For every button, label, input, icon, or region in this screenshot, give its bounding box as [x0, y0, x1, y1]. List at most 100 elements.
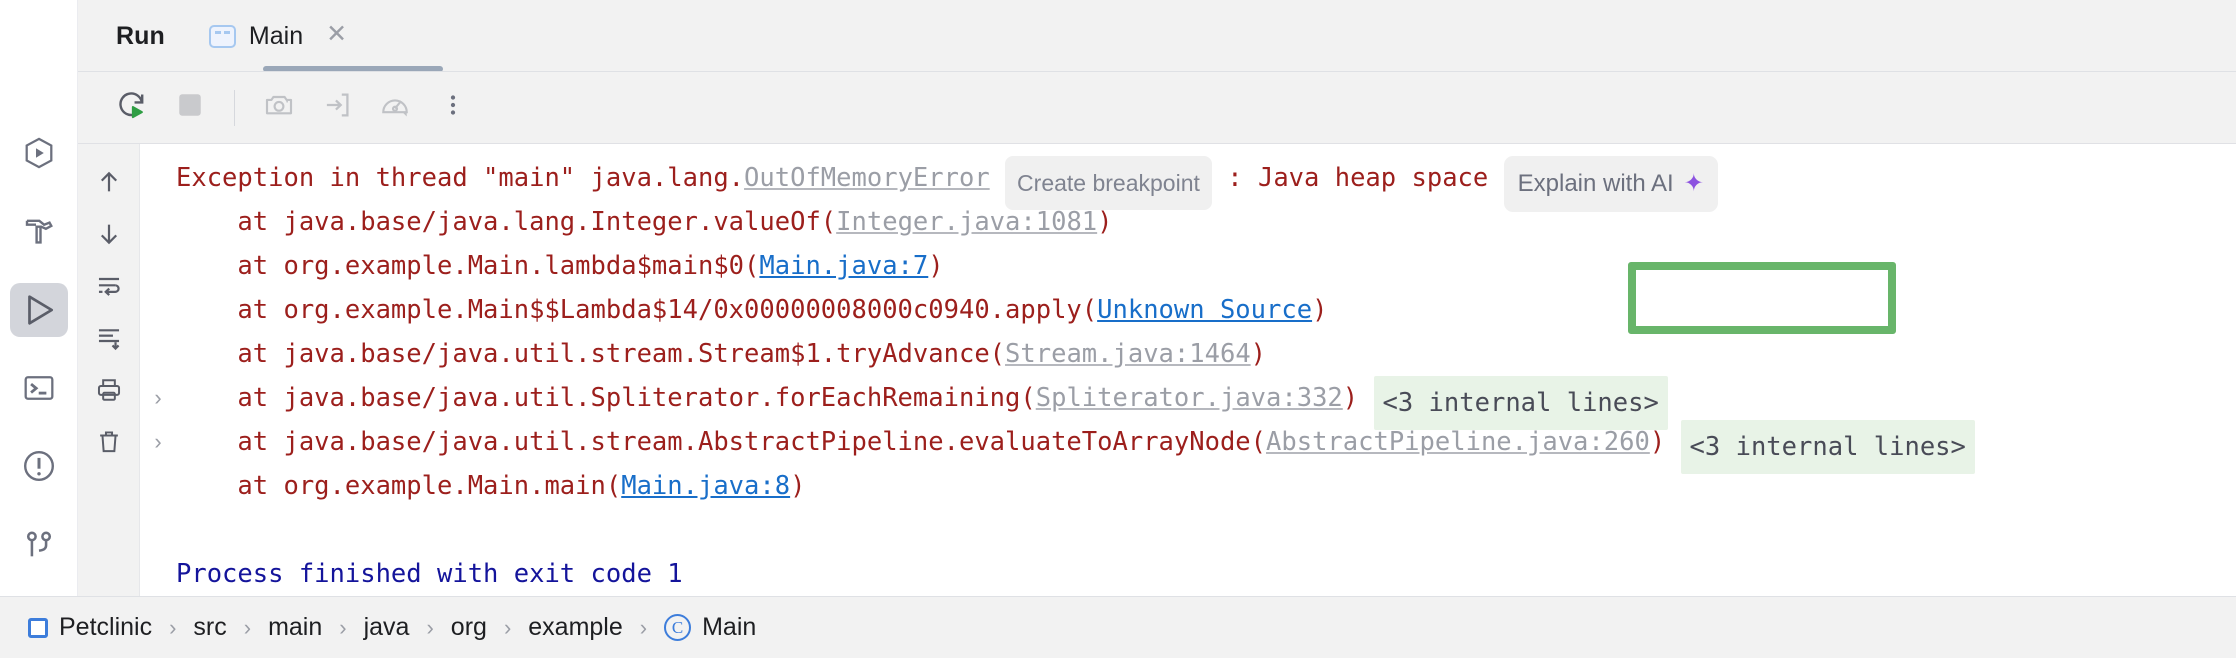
explain-with-ai-button[interactable]: Explain with AI ✦ [1504, 156, 1718, 212]
terminal-icon [22, 371, 56, 405]
soft-wrap-button[interactable] [83, 262, 135, 314]
console-output[interactable]: Exception in thread "main" java.lang.Out… [140, 144, 2236, 596]
camera-icon [263, 89, 295, 126]
toolwindow-header: Run Main ✕ [78, 0, 2236, 72]
breadcrumb-separator: › [328, 617, 357, 639]
run-anything-icon [21, 135, 57, 171]
next-occurrence-button[interactable] [83, 210, 135, 262]
console-line-frame: at org.example.Main$$Lambda$14/0x0000000… [140, 288, 2236, 332]
console-side-toolbar [78, 144, 140, 596]
frame-suffix: ) [1251, 332, 1266, 376]
frame-suffix: ) [1312, 288, 1327, 332]
console-line-frame: › at java.base/java.util.Spliterator.for… [140, 376, 2236, 420]
sidebar-item-build[interactable] [10, 204, 68, 258]
build-hammer-icon [21, 213, 57, 249]
print-button[interactable] [83, 366, 135, 418]
breadcrumb-label: org [451, 613, 487, 642]
ide-run-window: Run Main ✕ [0, 0, 2236, 658]
frame-suffix: ) [1650, 420, 1665, 464]
frame-link[interactable]: Integer.java:1081 [836, 200, 1097, 244]
explain-with-ai-label: Explain with AI [1518, 162, 1674, 206]
tab-main-label: Main [249, 22, 303, 51]
exception-prefix: Exception in thread "main" java.lang. [176, 156, 744, 200]
spacer-3 [1358, 376, 1373, 420]
breadcrumb-item-petclinic[interactable]: Petclinic [22, 613, 158, 642]
frame-text: at org.example.Main.lambda$main$0( [176, 244, 759, 288]
spacer-4 [1665, 420, 1680, 464]
run-play-icon [20, 291, 58, 329]
console-area: Exception in thread "main" java.lang.Out… [78, 144, 2236, 596]
close-icon[interactable]: ✕ [316, 22, 351, 50]
soft-wrap-icon [95, 272, 123, 305]
toolwindow-title: Run [106, 0, 191, 72]
printer-icon [95, 376, 123, 409]
frame-text: at org.example.Main$$Lambda$14/0x0000000… [176, 288, 1097, 332]
folded-lines-note[interactable]: <3 internal lines> [1681, 420, 1975, 474]
sidebar-item-version-control[interactable] [10, 518, 68, 572]
more-options-button[interactable] [425, 80, 481, 136]
previous-occurrence-button[interactable] [83, 158, 135, 210]
sidebar-item-run[interactable] [10, 283, 68, 337]
frame-text: at org.example.Main.main( [176, 464, 621, 508]
frame-link[interactable]: Main.java:8 [621, 464, 790, 508]
breadcrumb-item-org[interactable]: org [445, 613, 493, 642]
problems-exclamation-icon [21, 448, 57, 484]
frame-link[interactable]: Main.java:7 [759, 244, 928, 288]
breadcrumb-item-main[interactable]: main [262, 613, 328, 642]
fold-toggle[interactable]: › [140, 420, 176, 464]
rerun-icon [115, 88, 149, 127]
breadcrumb-label: main [268, 613, 322, 642]
clear-all-button[interactable] [83, 418, 135, 470]
breadcrumb-separator: › [158, 617, 187, 639]
run-config-icon [209, 25, 236, 48]
tab-main[interactable]: Main ✕ [191, 0, 369, 72]
console-line-exception-header: Exception in thread "main" java.lang.Out… [140, 156, 2236, 200]
frame-suffix: ) [790, 464, 805, 508]
breadcrumb-item-src[interactable]: src [187, 613, 232, 642]
capture-memory-snapshot-button[interactable] [251, 80, 307, 136]
frame-suffix: ) [1343, 376, 1358, 420]
stop-button[interactable] [162, 80, 218, 136]
frame-link[interactable]: Spliterator.java:332 [1036, 376, 1343, 420]
breadcrumb-item-example[interactable]: example [522, 613, 629, 642]
sidebar-item-run-anything[interactable] [10, 126, 68, 180]
frame-suffix: ) [928, 244, 943, 288]
sidebar-item-terminal[interactable] [10, 361, 68, 415]
version-control-branch-icon [22, 528, 56, 562]
breadcrumb-label: java [364, 613, 410, 642]
breadcrumb-separator: › [629, 617, 658, 639]
scroll-to-end-icon [95, 324, 123, 357]
breadcrumb-separator: › [415, 617, 444, 639]
more-vertical-icon [440, 90, 466, 125]
console-line-frame: at org.example.Main.lambda$main$0(Main.j… [140, 244, 2236, 288]
breadcrumb-label: src [193, 613, 226, 642]
frame-link[interactable]: Unknown Source [1097, 288, 1312, 332]
run-toolbar [78, 72, 2236, 144]
console-line-blank [140, 508, 2236, 552]
frame-suffix: ) [1097, 200, 1112, 244]
fold-toggle[interactable]: › [140, 376, 176, 420]
console-line-frame: at java.base/java.util.stream.Stream$1.t… [140, 332, 2236, 376]
breadcrumb-item-java[interactable]: java [358, 613, 416, 642]
breadcrumb-label: example [528, 613, 623, 642]
frame-link[interactable]: AbstractPipeline.java:260 [1266, 420, 1650, 464]
exception-type-link[interactable]: OutOfMemoryError [744, 156, 990, 200]
sidebar-item-problems[interactable] [10, 439, 68, 493]
attach-button[interactable] [309, 80, 365, 136]
run-toolwindow: Run Main ✕ [78, 0, 2236, 596]
breadcrumb-separator: › [493, 617, 522, 639]
project-icon [28, 618, 48, 638]
down-arrow-icon [95, 220, 123, 253]
breadcrumb-item-main-class[interactable]: C Main [658, 613, 762, 642]
spacer-1 [990, 156, 1005, 200]
class-icon: C [664, 614, 691, 641]
profiler-button[interactable] [367, 80, 423, 136]
scroll-to-end-button[interactable] [83, 314, 135, 366]
sparkle-icon: ✦ [1684, 172, 1704, 196]
frame-text: at java.base/java.util.stream.AbstractPi… [176, 420, 1266, 464]
up-arrow-icon [95, 168, 123, 201]
colon-glyph: : [1227, 163, 1242, 193]
rerun-button[interactable] [104, 80, 160, 136]
frame-link[interactable]: Stream.java:1464 [1005, 332, 1251, 376]
breadcrumb-label: Main [702, 613, 756, 642]
